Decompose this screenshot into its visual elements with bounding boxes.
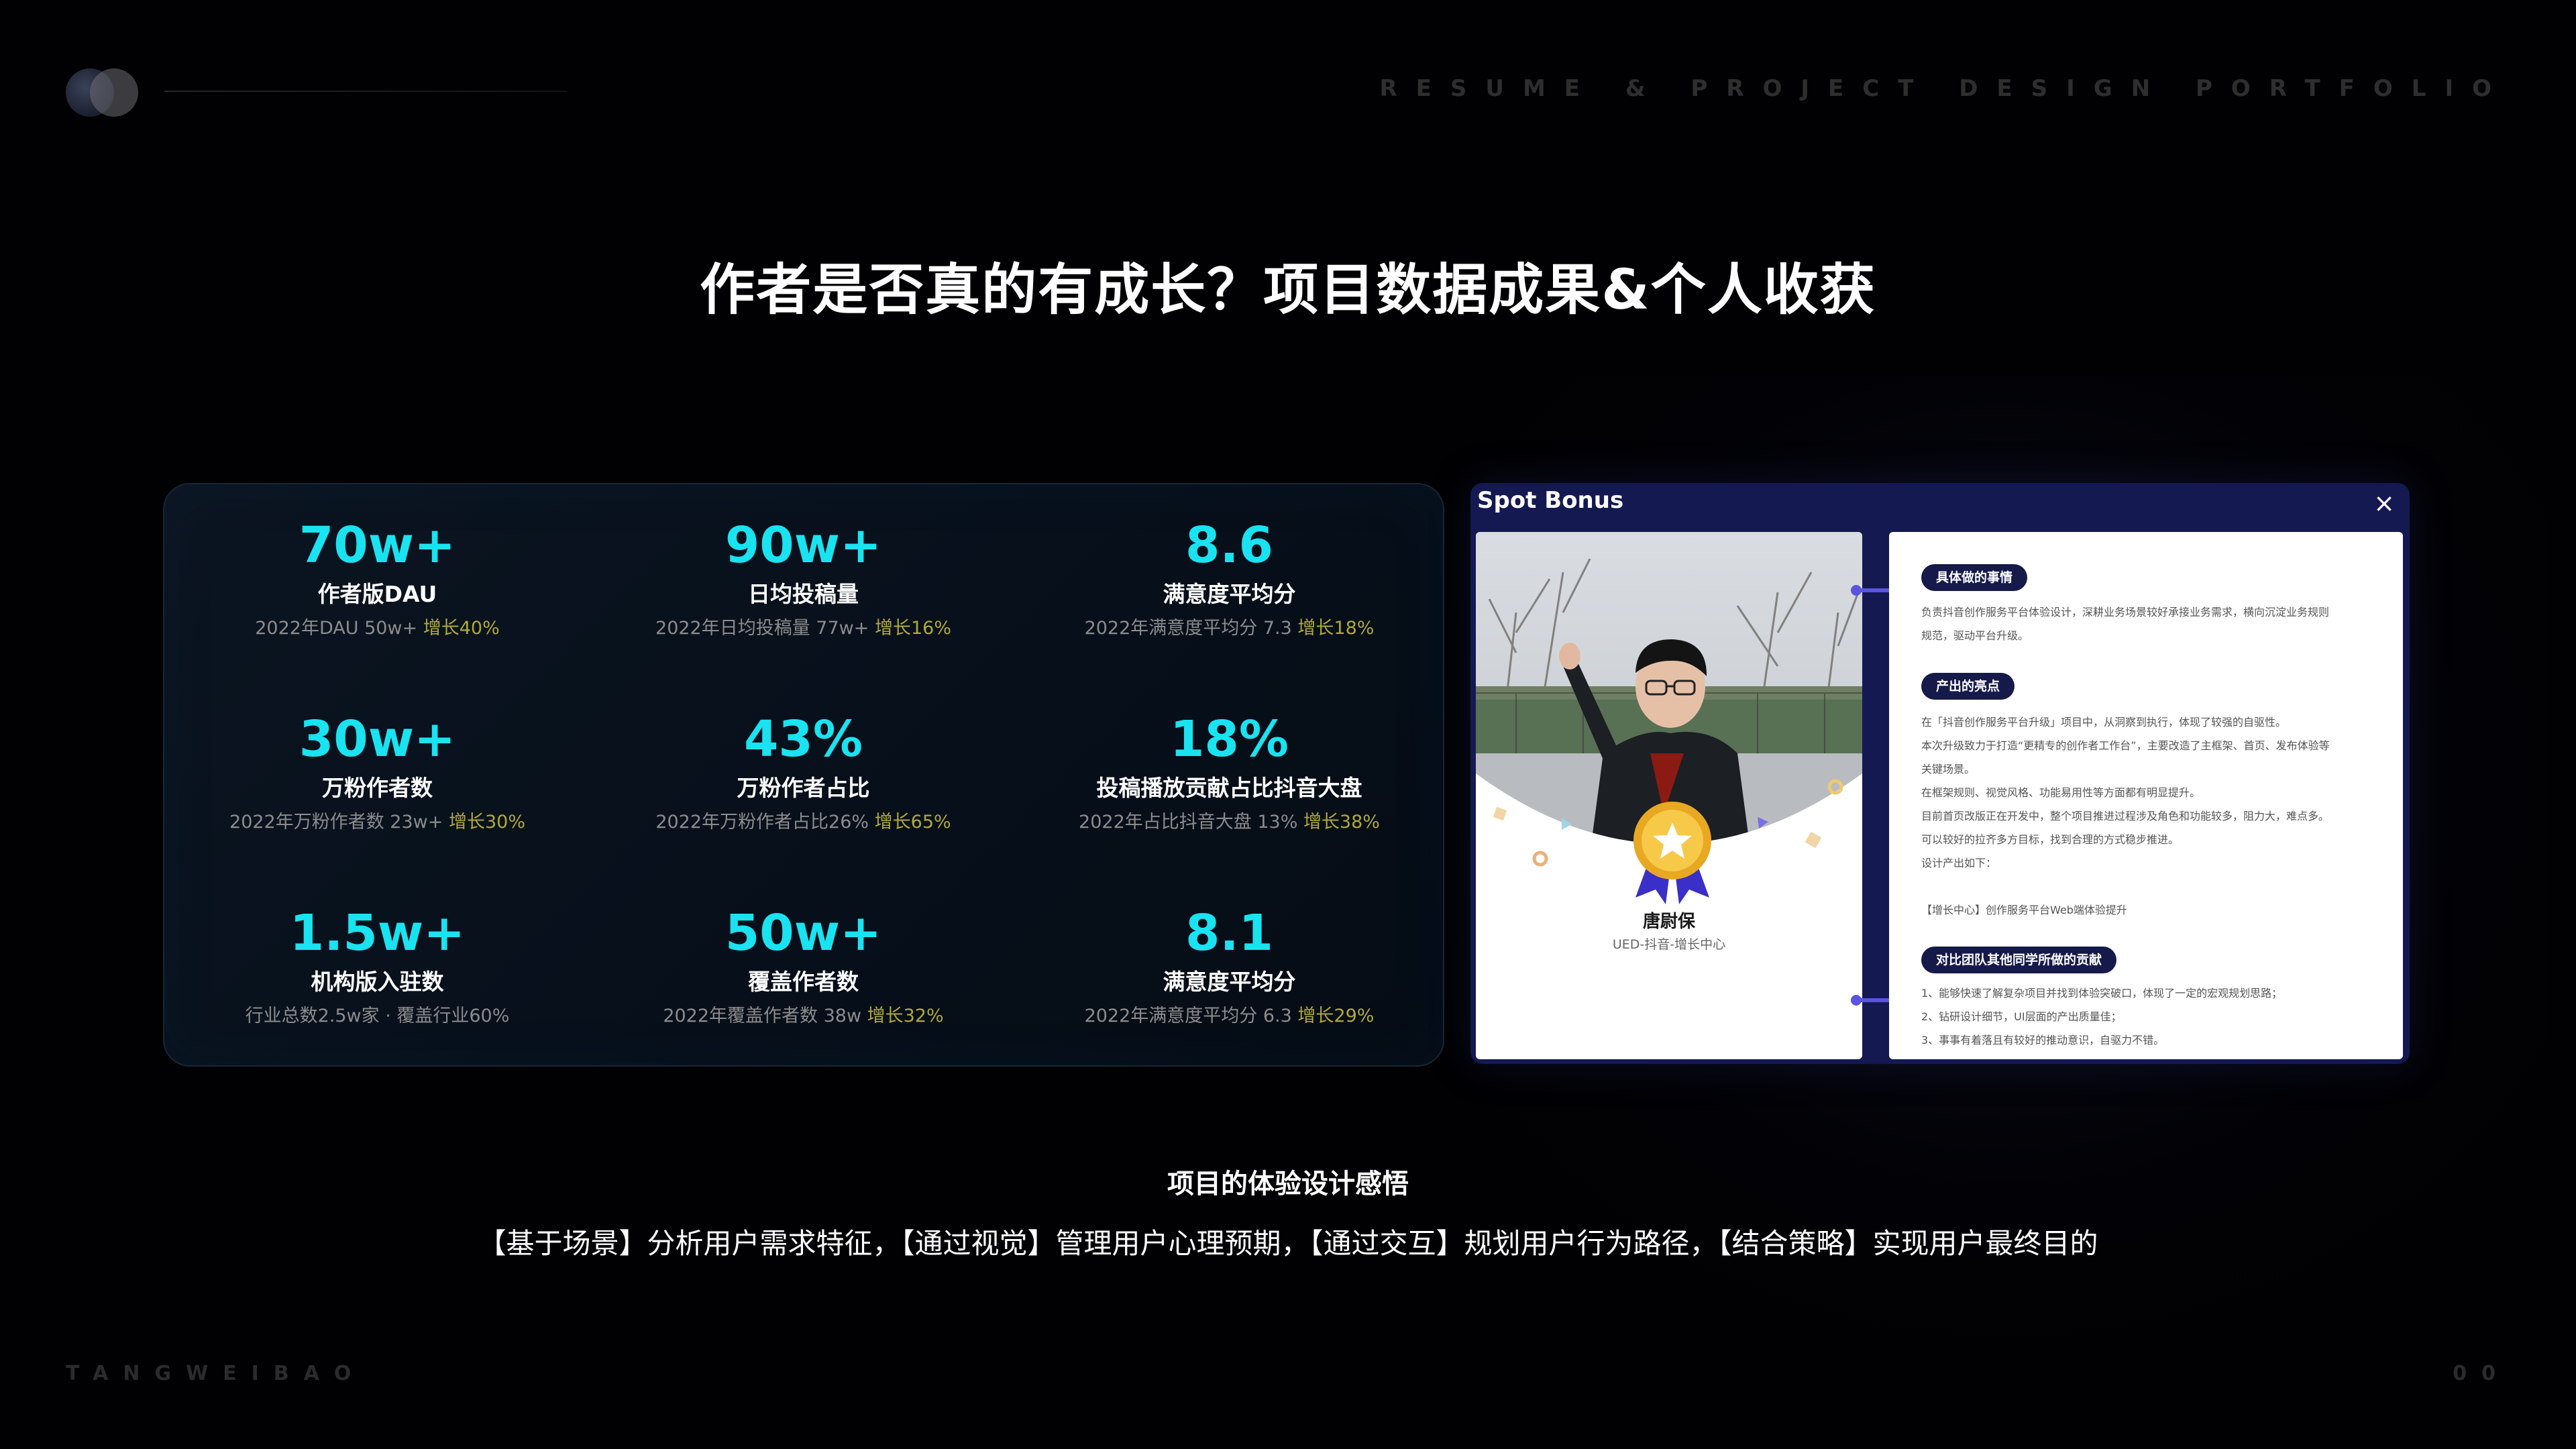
section-body: 在「抖音创作服务平台升级」项目中，从洞察到执行，体现了较强的自驱性。 本次升级致…	[1921, 710, 2384, 922]
footer-page-number: 00	[2453, 1362, 2510, 1385]
logo	[66, 66, 141, 119]
stat-label: 万粉作者占比	[737, 775, 870, 801]
stat-sub: 2022年占比抖音大盘 13% 增长38%	[1016, 810, 1442, 835]
stat-item: 70w+ 作者版DAU 2022年DAU 50w+ 增长40%	[164, 515, 590, 641]
stat-sub: 2022年覆盖作者数 38w 增长32%	[590, 1004, 1016, 1029]
stat-item: 43% 万粉作者占比 2022年万粉作者占比26% 增长65%	[590, 709, 1016, 835]
stat-sub: 2022年万粉作者数 23w+ 增长30%	[164, 810, 590, 835]
stat-value: 50w+	[724, 904, 882, 962]
stat-label: 满意度平均分	[1163, 581, 1296, 607]
stat-item: 8.6 满意度平均分 2022年满意度平均分 7.3 增长18%	[1016, 515, 1442, 641]
stat-sub-text: 2022年DAU 50w+	[255, 618, 423, 639]
body-line: 规范，驱动平台升级。	[1921, 629, 2029, 642]
stat-label: 万粉作者数	[322, 775, 433, 801]
spot-bonus-panel: Spot Bonus × 唐尉保 UED-抖音-增长中心 具体做的事情 负责抖音…	[1470, 483, 2410, 1064]
body-line: 本次升级致力于打造“更精专的创作者工作台”，主要改造了主框架、首页、发布体验等	[1921, 739, 2330, 752]
body-line: 设计产出如下：	[1921, 857, 1997, 869]
stat-sub-text: 行业总数2.5w家 · 覆盖行业60%	[245, 1006, 510, 1026]
stat-sub-text: 2022年日均投稿量 77w+	[655, 618, 875, 639]
stats-card: 70w+ 作者版DAU 2022年DAU 50w+ 增长40% 90w+ 日均投…	[163, 483, 1444, 1067]
stat-growth: 增长38%	[1303, 812, 1380, 833]
stat-item: 18% 投稿播放贡献占比抖音大盘 2022年占比抖音大盘 13% 增长38%	[1016, 709, 1442, 835]
stat-label: 满意度平均分	[1163, 969, 1296, 995]
stat-item: 50w+ 覆盖作者数 2022年覆盖作者数 38w 增长32%	[590, 903, 1016, 1029]
footer-author: TANGWEIBAO	[66, 1362, 366, 1385]
stat-growth: 增长16%	[874, 618, 951, 639]
reflection-text: 【基于场景】分析用户需求特征，【通过视觉】管理用户心理预期，【通过交互】规划用户…	[478, 1227, 2098, 1260]
section-body: 1、能够快速了解复杂项目并找到体验突破口，体现了一定的宏观规划思路； 2、钻研设…	[1921, 981, 2384, 1052]
body-line: 负责抖音创作服务平台体验设计，深耕业务场景较好承接业务需求，横向沉淀业务规则	[1921, 606, 2330, 619]
stat-sub-text: 2022年万粉作者占比26%	[655, 812, 875, 833]
stat-label: 日均投稿量	[748, 581, 859, 607]
stat-sub-text: 2022年占比抖音大盘 13%	[1079, 812, 1303, 833]
slide: RESUME & PROJECT DESIGN PORTFOLIO 作者是否真的…	[0, 0, 2576, 1449]
stat-growth: 增长32%	[867, 1006, 944, 1026]
body-line: 【增长中心】创作服务平台Web端体验提升	[1921, 904, 2127, 916]
header-divider	[164, 91, 567, 92]
reflection-title: 项目的体验设计感悟	[1167, 1169, 1409, 1199]
body-line: 可以较好的拉齐多方目标，找到合理的方式稳步推进。	[1921, 833, 2180, 846]
stat-sub: 2022年日均投稿量 77w+ 增长16%	[590, 616, 1016, 641]
stat-item: 90w+ 日均投稿量 2022年日均投稿量 77w+ 增长16%	[590, 515, 1016, 641]
page-title: 作者是否真的有成长？项目数据成果&个人收获	[700, 258, 1876, 322]
person-department: UED-抖音-增长中心	[1612, 937, 1726, 952]
stat-value: 30w+	[299, 710, 456, 768]
detail-card: 具体做的事情 负责抖音创作服务平台体验设计，深耕业务场景较好承接业务需求，横向沉…	[1889, 532, 2403, 1059]
body-line: 1、能够快速了解复杂项目并找到体验突破口，体现了一定的宏观规划思路；	[1921, 987, 2283, 1000]
spot-bonus-title: Spot Bonus	[1477, 487, 1624, 514]
stat-item: 1.5w+ 机构版入驻数 行业总数2.5w家 · 覆盖行业60%	[164, 903, 590, 1029]
stat-item: 8.1 满意度平均分 2022年满意度平均分 6.3 增长29%	[1016, 903, 1442, 1029]
body-line: 2、钻研设计细节，UI层面的产出质量佳；	[1921, 1010, 2122, 1023]
body-line: 目前首页改版正在开发中，整个项目推进过程涉及角色和功能较多，阻力大，难点多。	[1921, 810, 2330, 822]
stat-sub: 2022年满意度平均分 6.3 增长29%	[1016, 1004, 1442, 1029]
stat-value: 43%	[743, 710, 863, 768]
logo-circle-grey	[90, 68, 138, 117]
stat-sub: 行业总数2.5w家 · 覆盖行业60%	[164, 1004, 590, 1029]
stat-value: 8.1	[1185, 904, 1274, 962]
stat-sub: 2022年万粉作者占比26% 增长65%	[590, 810, 1016, 835]
stat-sub: 2022年DAU 50w+ 增长40%	[164, 616, 590, 641]
stat-growth: 增长18%	[1297, 618, 1375, 639]
section-heading-pill: 产出的亮点	[1921, 673, 2015, 700]
stat-value: 70w+	[299, 517, 456, 574]
medal-icon	[1633, 802, 1711, 904]
section-body: 负责抖音创作服务平台体验设计，深耕业务场景较好承接业务需求，横向沉淀业务规则 规…	[1921, 600, 2384, 647]
stat-growth: 增长29%	[1297, 1006, 1375, 1026]
stat-value: 8.6	[1185, 517, 1274, 574]
stat-growth: 增长65%	[874, 812, 951, 833]
body-line: 关键场景。	[1921, 763, 1976, 775]
stat-growth: 增长30%	[448, 812, 525, 833]
stat-value: 90w+	[724, 517, 882, 574]
stat-item: 30w+ 万粉作者数 2022年万粉作者数 23w+ 增长30%	[164, 709, 590, 835]
body-line: 3、事事有着落且有较好的推动意识，自驱力不错。	[1921, 1034, 2165, 1046]
stat-sub-text: 2022年万粉作者数 23w+	[229, 812, 449, 833]
stat-sub-text: 2022年覆盖作者数 38w	[663, 1006, 867, 1026]
stat-sub-text: 2022年满意度平均分 6.3	[1084, 1006, 1298, 1026]
section-heading-pill: 对比团队其他同学所做的贡献	[1921, 947, 2117, 973]
stat-growth: 增长40%	[423, 618, 500, 639]
body-line: 在框架规则、视觉风格、功能易用性等方面都有明显提升。	[1921, 786, 2201, 799]
person-name: 唐尉保	[1642, 912, 1695, 932]
stat-sub: 2022年满意度平均分 7.3 增长18%	[1016, 616, 1442, 641]
header-tagline: RESUME & PROJECT DESIGN PORTFOLIO	[1379, 75, 2510, 102]
body-line: 在「抖音创作服务平台升级」项目中，从洞察到执行，体现了较强的自驱性。	[1921, 716, 2287, 729]
stat-value: 18%	[1169, 710, 1289, 768]
close-icon[interactable]: ×	[2373, 488, 2395, 518]
stat-value: 1.5w+	[289, 904, 466, 962]
body-line	[1921, 875, 2384, 898]
profile-card: 唐尉保 UED-抖音-增长中心	[1476, 532, 1862, 1059]
section-heading-pill: 具体做的事情	[1921, 564, 2028, 591]
stat-sub-text: 2022年满意度平均分 7.3	[1084, 618, 1298, 639]
stat-label: 投稿播放贡献占比抖音大盘	[1096, 775, 1362, 801]
stat-label: 机构版入驻数	[311, 969, 444, 995]
confetti-decoration	[1493, 779, 1843, 867]
stat-label: 作者版DAU	[317, 581, 437, 607]
stat-label: 覆盖作者数	[748, 969, 859, 995]
